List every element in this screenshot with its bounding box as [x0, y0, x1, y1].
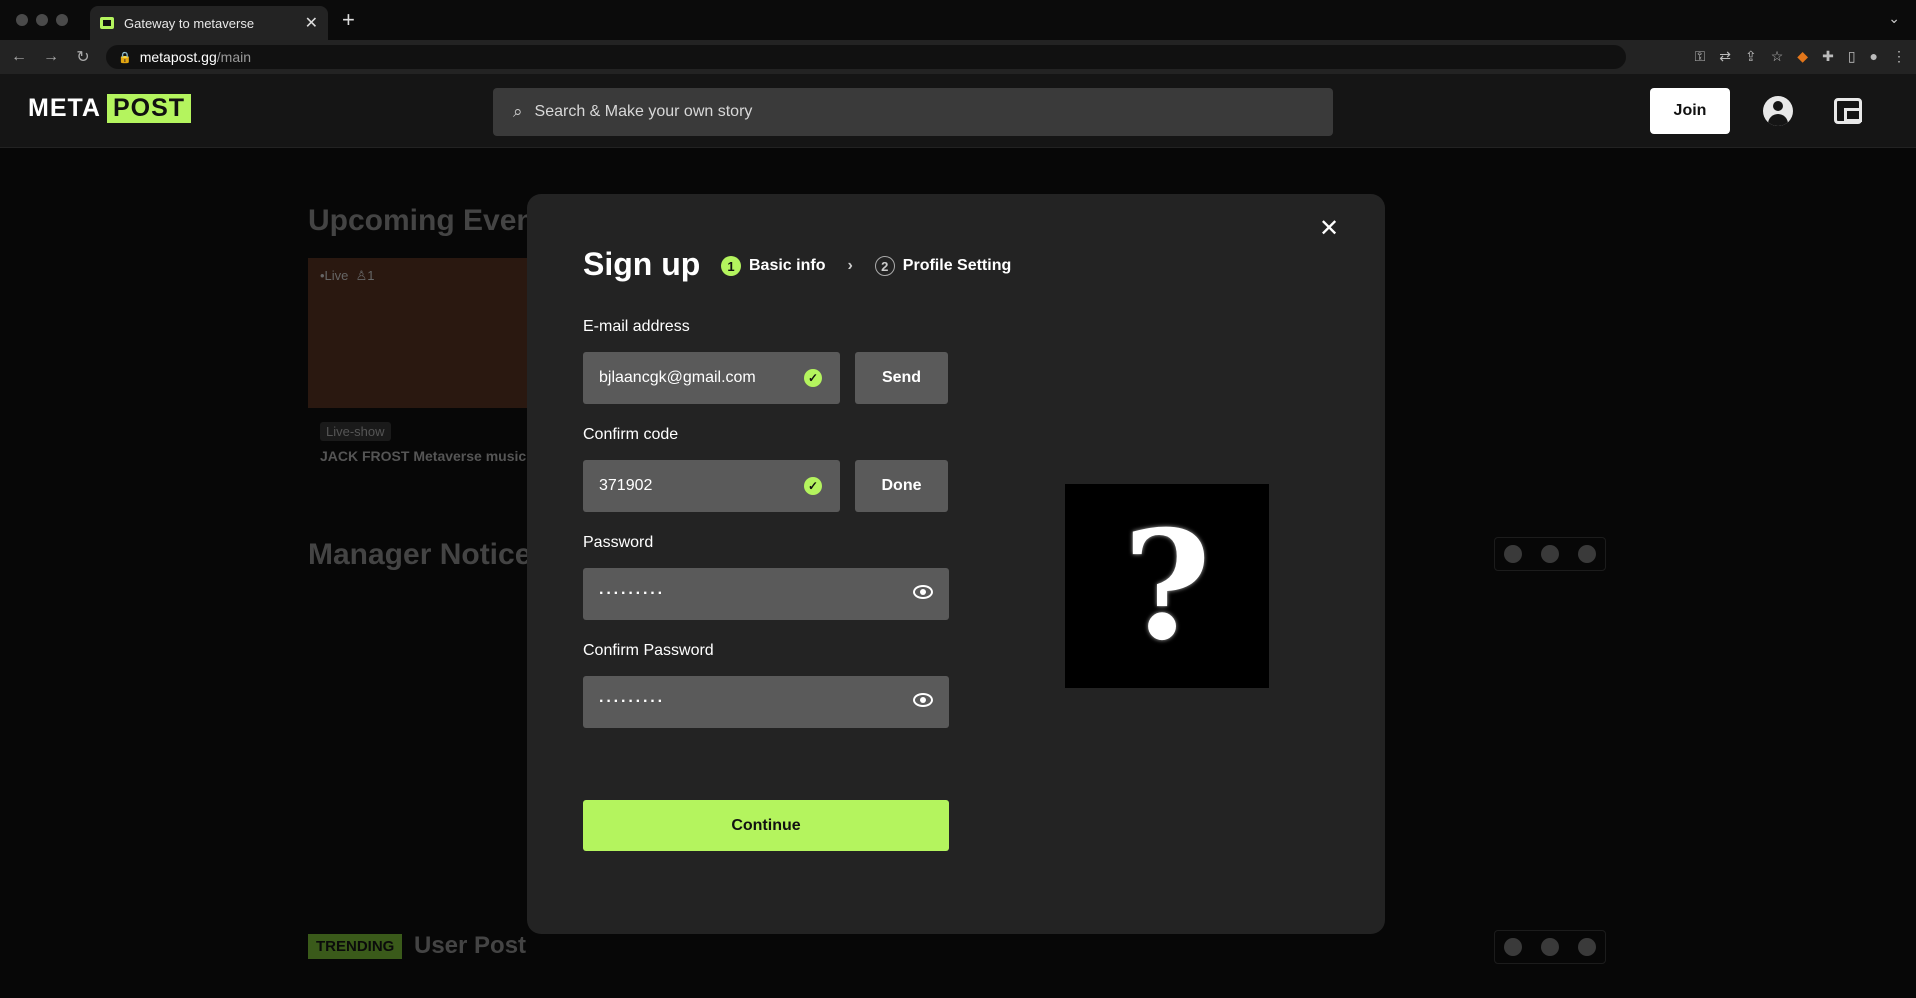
email-label: E-mail address: [583, 318, 690, 335]
confirm-code-field[interactable]: 371902 ✓: [583, 460, 840, 512]
live-label: •Live: [320, 268, 349, 283]
search-icon: ⌕: [513, 102, 523, 121]
menu-icon[interactable]: ⋮: [1892, 48, 1906, 65]
tab-search-chevron-icon[interactable]: ⌄: [1888, 10, 1900, 27]
live-show-tag: Live-show: [320, 422, 391, 441]
check-icon: ✓: [804, 477, 822, 495]
search-placeholder: Search & Make your own story: [534, 103, 753, 120]
confirm-password-label: Confirm Password: [583, 642, 714, 659]
star-icon[interactable]: ☆: [1771, 48, 1784, 65]
window-controls: [16, 14, 68, 26]
chevron-right-icon: ›: [847, 257, 853, 274]
email-field[interactable]: bjlaancgk@gmail.com ✓: [583, 352, 840, 404]
trending-badge: TRENDING: [308, 934, 403, 959]
step-number-1: 1: [721, 256, 741, 276]
join-button[interactable]: Join: [1650, 88, 1730, 134]
upcoming-events-title: Upcoming Even: [308, 204, 535, 237]
reload-icon[interactable]: ↻: [70, 47, 96, 67]
extensions-icon[interactable]: ✚: [1822, 48, 1834, 65]
wallet-icon[interactable]: [1834, 98, 1862, 124]
send-button[interactable]: Send: [855, 352, 948, 404]
eye-icon[interactable]: [913, 693, 933, 707]
question-mark-icon: ?: [1123, 498, 1211, 674]
ethereum-icon[interactable]: [1577, 938, 1596, 956]
avatar-placeholder-image: ?: [1065, 484, 1269, 688]
user-post-title: User Post: [414, 932, 527, 959]
profile-icon[interactable]: ●: [1870, 48, 1878, 65]
email-value: bjlaancgk@gmail.com: [599, 369, 756, 386]
coin-filter-group: [1494, 537, 1606, 571]
back-icon[interactable]: ←: [6, 48, 32, 66]
share-icon[interactable]: ⇪: [1745, 48, 1757, 65]
step-number-2: 2: [874, 256, 895, 276]
site-header: META POST ⌕ Search & Make your own story…: [0, 74, 1916, 148]
confirm-code-value: 371902: [599, 477, 653, 494]
event-title[interactable]: JACK FROST Metaverse music c: [320, 448, 538, 464]
logo-post-text: POST: [106, 94, 192, 123]
user-account-icon[interactable]: [1763, 96, 1793, 126]
coin-icon[interactable]: [1504, 938, 1523, 956]
url-path: /main: [216, 49, 251, 65]
browser-tab[interactable]: Gateway to metaverse ✕: [90, 6, 328, 40]
confirm-password-value: ·········: [599, 693, 665, 710]
coin-icon[interactable]: [1540, 938, 1559, 956]
url-host: metapost.gg: [139, 49, 217, 65]
signup-modal: ✕ Sign up 1 Basic info › 2 Profile Setti…: [527, 194, 1385, 934]
done-button[interactable]: Done: [855, 460, 948, 512]
address-bar[interactable]: 🔒 metapost.gg/main: [106, 45, 1626, 69]
tab-close-icon[interactable]: ✕: [305, 13, 318, 33]
new-tab-icon[interactable]: +: [342, 6, 355, 34]
confirm-code-label: Confirm code: [583, 426, 679, 443]
minimize-window-button[interactable]: [36, 14, 48, 26]
continue-button[interactable]: Continue: [583, 800, 949, 851]
maximize-window-button[interactable]: [56, 14, 68, 26]
coin-filter-group: [1494, 930, 1606, 964]
confirm-password-field[interactable]: ·········: [583, 676, 949, 728]
eye-icon[interactable]: [913, 585, 933, 599]
coin-icon[interactable]: [1540, 545, 1559, 563]
search-input[interactable]: ⌕ Search & Make your own story: [493, 88, 1333, 136]
viewer-icon: ♙: [355, 268, 368, 283]
metamask-icon[interactable]: ◆: [1797, 48, 1808, 65]
sidebar-icon[interactable]: ▯: [1848, 48, 1856, 65]
browser-toolbar: ← → ↻ 🔒 metapost.gg/main ⚿ ⇄ ⇪ ☆ ◆ ✚ ▯ ●…: [0, 40, 1916, 74]
manager-notice-title: Manager Notice: [308, 538, 532, 571]
translate-icon[interactable]: ⇄: [1719, 48, 1731, 65]
toolbar-icons: ⚿ ⇄ ⇪ ☆ ◆ ✚ ▯ ● ⋮: [1695, 48, 1906, 65]
password-label: Password: [583, 534, 654, 551]
close-icon[interactable]: ✕: [1319, 214, 1339, 243]
lock-icon[interactable]: 🔒: [118, 51, 132, 64]
tab-title: Gateway to metaverse: [124, 15, 255, 31]
live-indicator: •Live ♙1: [320, 268, 375, 284]
step-label-profile-setting: Profile Setting: [902, 257, 1012, 274]
favicon-icon: [100, 17, 114, 29]
coin-icon[interactable]: [1504, 545, 1523, 563]
check-icon: ✓: [804, 369, 822, 387]
key-icon[interactable]: ⚿: [1695, 48, 1706, 65]
close-window-button[interactable]: [16, 14, 28, 26]
password-field[interactable]: ·········: [583, 568, 949, 620]
viewer-count: 1: [367, 268, 375, 283]
modal-title: Sign up: [583, 246, 701, 282]
step-label-basic-info: Basic info: [749, 257, 826, 274]
logo-meta-text: META: [28, 94, 101, 122]
signup-steps: 1 Basic info › 2 Profile Setting: [721, 256, 1011, 276]
forward-icon[interactable]: →: [38, 48, 64, 66]
ethereum-icon[interactable]: [1577, 545, 1596, 563]
metapost-logo[interactable]: META POST: [28, 94, 192, 123]
password-value: ·········: [599, 585, 665, 602]
browser-tab-strip: Gateway to metaverse ✕ + ⌄: [0, 0, 1916, 40]
